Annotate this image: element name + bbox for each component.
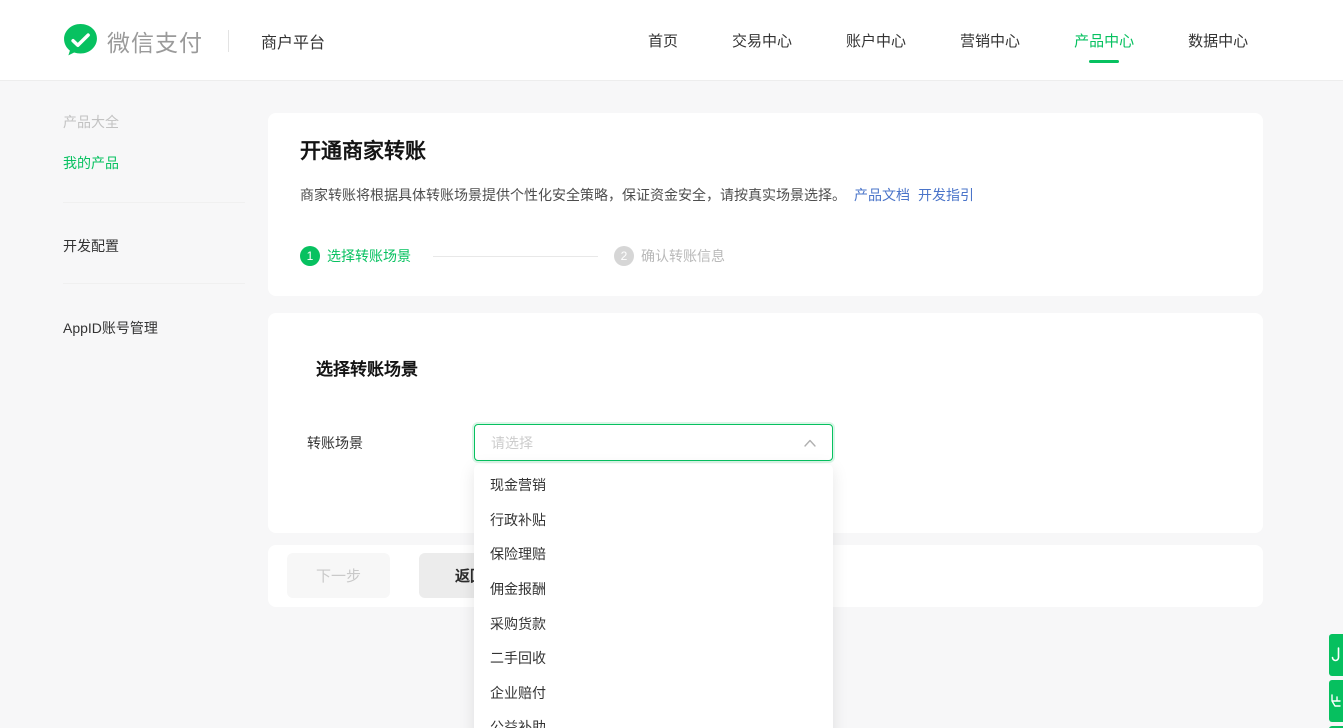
dropdown-option-secondhand-recycle[interactable]: 二手回收 bbox=[474, 641, 833, 676]
dropdown-option-commission[interactable]: 佣金报酬 bbox=[474, 572, 833, 607]
dropdown-option-clipped[interactable]: 公益补助 bbox=[474, 710, 833, 728]
intro-card: 开通商家转账 商家转账将根据具体转账场景提供个性化安全策略，保证资金安全，请按真… bbox=[268, 113, 1263, 296]
dropdown-option-procurement[interactable]: 采购货款 bbox=[474, 606, 833, 641]
dev-guide-link[interactable]: 开发指引 bbox=[918, 187, 974, 203]
transfer-scene-select[interactable]: 请选择 bbox=[474, 424, 833, 461]
step-connector-line bbox=[433, 256, 598, 257]
nav-item-transactions[interactable]: 交易中心 bbox=[732, 0, 792, 81]
transfer-scene-field-label: 转账场景 bbox=[307, 433, 363, 453]
sidebar-item-dev-config[interactable]: 开发配置 bbox=[63, 236, 119, 256]
intro-description-text: 商家转账将根据具体转账场景提供个性化安全策略，保证资金安全，请按真实场景选择。 bbox=[300, 187, 846, 203]
main-nav: 首页 交易中心 账户中心 营销中心 产品中心 数据中心 bbox=[648, 0, 1248, 81]
transfer-scene-dropdown: 现金营销 行政补贴 保险理赔 佣金报酬 采购货款 二手回收 企业赔付 公益补助 bbox=[474, 464, 833, 728]
customer-service-tab[interactable] bbox=[1329, 634, 1343, 676]
step-2-label: 确认转账信息 bbox=[641, 246, 725, 266]
nav-item-home[interactable]: 首页 bbox=[648, 0, 678, 81]
top-header: 微信支付 商户平台 首页 交易中心 账户中心 营销中心 产品中心 数据中心 bbox=[0, 0, 1343, 81]
edge-floating-toolbar bbox=[1329, 634, 1343, 728]
sidebar-divider bbox=[63, 202, 245, 203]
step-indicator: 1 选择转账场景 2 确认转账信息 bbox=[300, 246, 725, 266]
feedback-hand-icon bbox=[1330, 694, 1342, 708]
select-placeholder: 请选择 bbox=[491, 433, 804, 453]
dropdown-option-insurance-claim[interactable]: 保险理赔 bbox=[474, 537, 833, 572]
step-1-label: 选择转账场景 bbox=[327, 246, 411, 266]
header-divider bbox=[228, 30, 229, 52]
step-2-circle: 2 bbox=[614, 246, 634, 266]
step-1-circle: 1 bbox=[300, 246, 320, 266]
form-section-title: 选择转账场景 bbox=[316, 355, 418, 380]
sidebar-item-appid-management[interactable]: AppID账号管理 bbox=[63, 318, 158, 338]
logo-text: 微信支付 bbox=[107, 24, 203, 58]
page-title: 开通商家转账 bbox=[300, 135, 426, 165]
nav-item-account[interactable]: 账户中心 bbox=[846, 0, 906, 81]
nav-item-products[interactable]: 产品中心 bbox=[1074, 0, 1134, 81]
chevron-up-icon bbox=[804, 439, 816, 447]
sidebar-divider bbox=[63, 283, 245, 284]
portal-label: 商户平台 bbox=[261, 0, 325, 81]
product-doc-link[interactable]: 产品文档 bbox=[854, 187, 910, 203]
intro-description: 商家转账将根据具体转账场景提供个性化安全策略，保证资金安全，请按真实场景选择。产… bbox=[300, 185, 974, 205]
sidebar-section-label: 产品大全 bbox=[63, 112, 119, 132]
next-step-button[interactable]: 下一步 bbox=[287, 553, 390, 598]
dropdown-option-enterprise-compensation[interactable]: 企业赔付 bbox=[474, 676, 833, 711]
wechat-pay-logo-icon bbox=[62, 22, 99, 59]
nav-item-data[interactable]: 数据中心 bbox=[1188, 0, 1248, 81]
wechat-pay-merchant-platform: 微信支付 商户平台 首页 交易中心 账户中心 营销中心 产品中心 数据中心 产品… bbox=[0, 0, 1343, 728]
dropdown-option-admin-subsidy[interactable]: 行政补贴 bbox=[474, 503, 833, 538]
dropdown-option-cash-marketing[interactable]: 现金营销 bbox=[474, 468, 833, 503]
logo[interactable]: 微信支付 bbox=[62, 0, 203, 81]
nav-item-marketing[interactable]: 营销中心 bbox=[960, 0, 1020, 81]
sidebar-item-my-products[interactable]: 我的产品 bbox=[63, 153, 119, 173]
customer-service-phone-icon bbox=[1331, 647, 1341, 663]
feedback-tab[interactable] bbox=[1329, 680, 1343, 722]
